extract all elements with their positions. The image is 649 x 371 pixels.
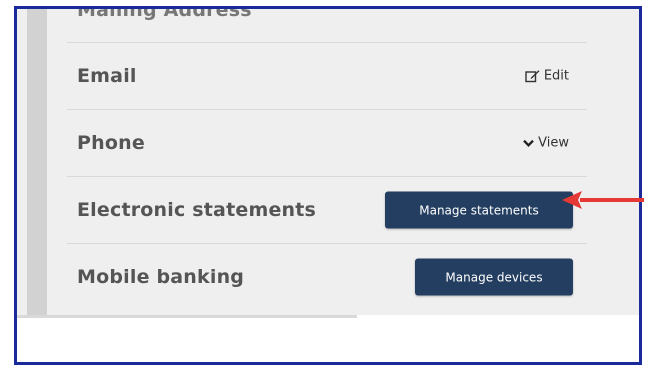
screenshot-frame: Mailing Address Email Edit Phone View El… [14, 6, 642, 365]
view-link-label: View [538, 135, 569, 151]
view-phone-link[interactable]: View [523, 136, 569, 151]
row-label-mailing-address: Mailing Address [77, 6, 252, 21]
red-arrow-annotation [562, 191, 644, 209]
divider [17, 315, 357, 318]
row-label-mobile-banking: Mobile banking [77, 266, 245, 288]
settings-panel: Mailing Address Email Edit Phone View El… [17, 9, 639, 315]
list-item-phone: Phone View [67, 109, 587, 176]
list-item-email: Email Edit [67, 42, 587, 109]
left-sidebar-strip [27, 9, 47, 315]
chevron-down-icon [523, 139, 534, 147]
settings-list: Mailing Address Email Edit Phone View El… [67, 9, 587, 310]
row-label-electronic-statements: Electronic statements [77, 199, 317, 221]
row-label-email: Email [77, 65, 137, 87]
row-label-phone: Phone [77, 132, 145, 154]
edit-link-label: Edit [543, 68, 569, 84]
list-item-mobile-banking: Mobile banking Manage devices [67, 243, 587, 310]
list-item-mailing-address: Mailing Address [67, 9, 587, 42]
manage-devices-button[interactable]: Manage devices [415, 258, 573, 296]
manage-statements-button[interactable]: Manage statements [385, 191, 573, 229]
edit-email-link[interactable]: Edit [525, 69, 569, 84]
edit-icon [525, 70, 540, 83]
list-item-electronic-statements: Electronic statements Manage statements [67, 176, 587, 243]
